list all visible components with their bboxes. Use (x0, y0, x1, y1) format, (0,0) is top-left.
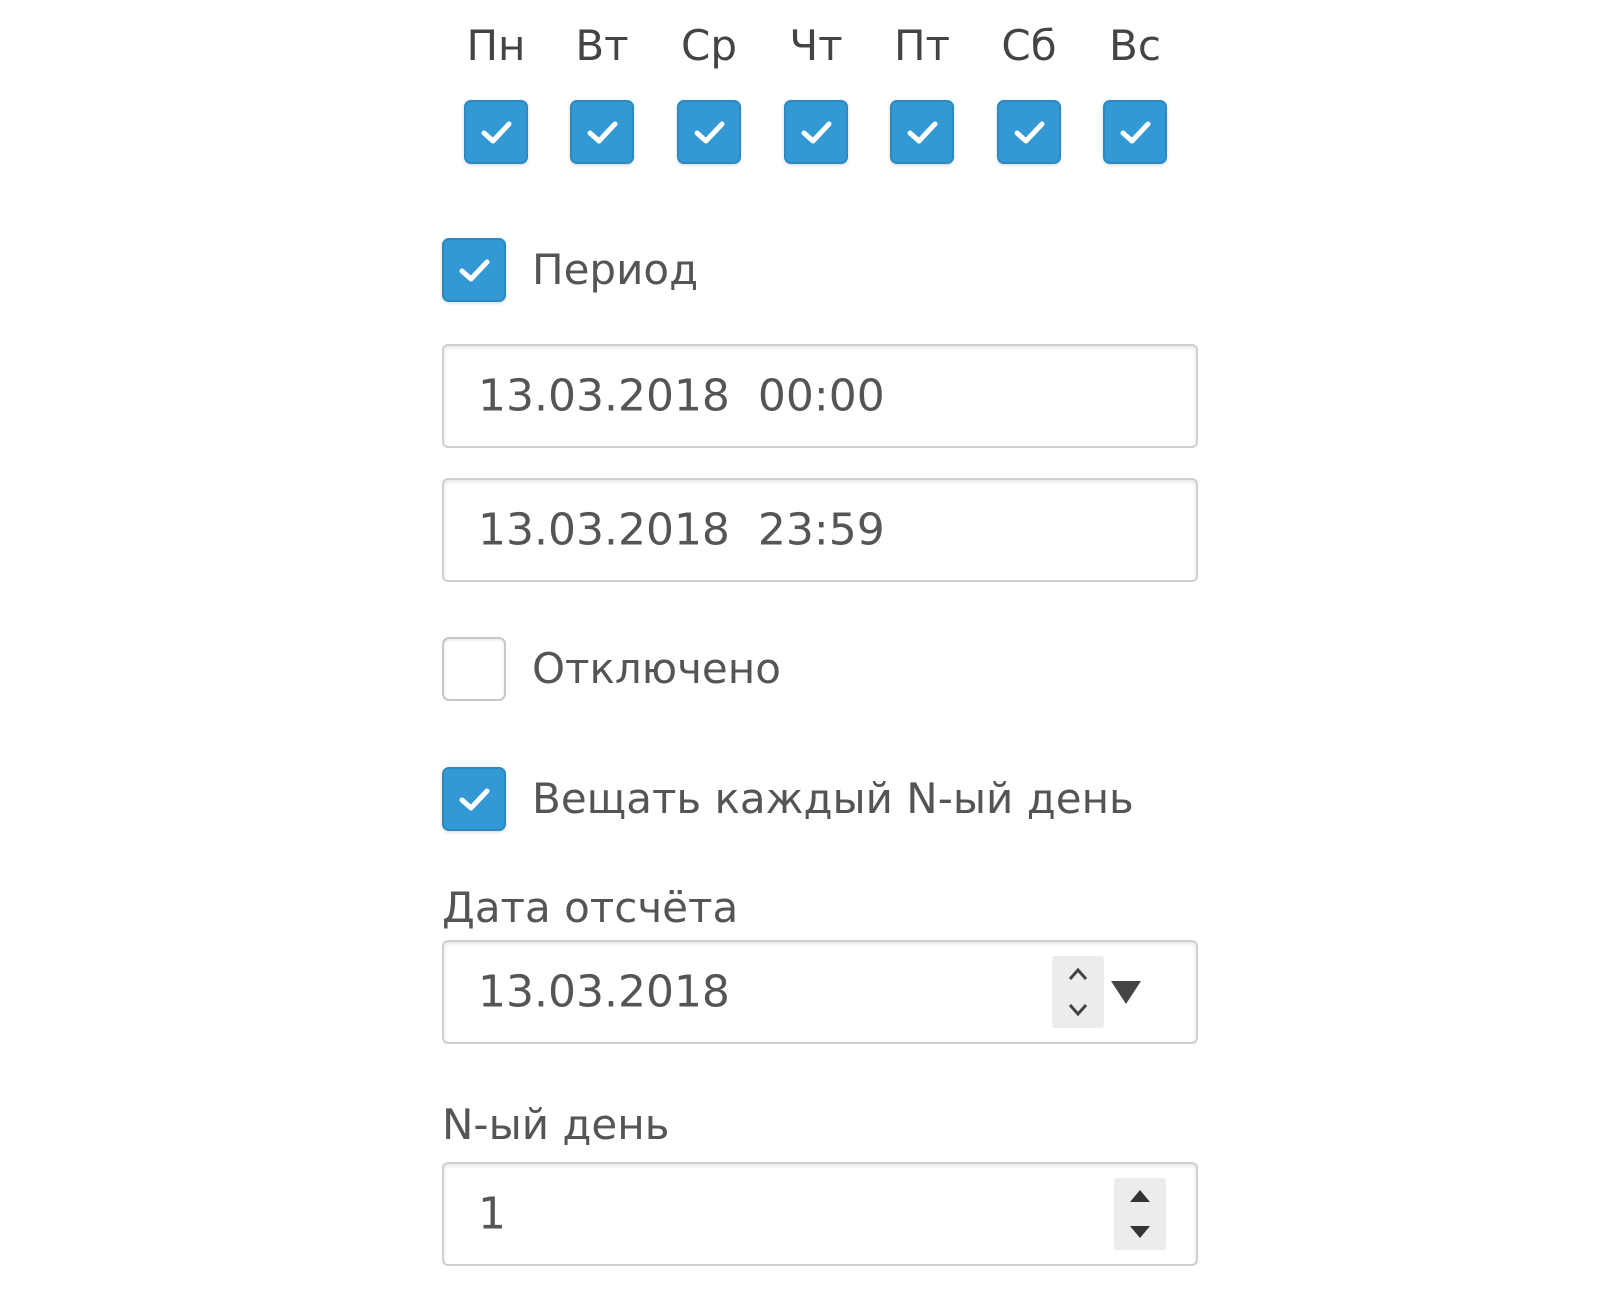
weekday-sun: Вс (1081, 18, 1189, 164)
period-start-value: 13.03.2018 00:00 (478, 370, 885, 422)
nth-day-value: 1 (478, 1188, 506, 1240)
disabled-option[interactable]: Отключено (442, 637, 781, 701)
period-end-input[interactable]: 13.03.2018 23:59 (442, 478, 1198, 582)
start-date-input[interactable]: 13.03.2018 (442, 940, 1198, 1044)
check-icon (459, 259, 490, 282)
period-end-value: 13.03.2018 23:59 (478, 504, 885, 556)
period-checkbox[interactable] (442, 238, 506, 302)
weekday-label: Вс (1109, 21, 1161, 70)
weekday-wed: Ср (655, 18, 763, 164)
disabled-label: Отключено (532, 644, 781, 693)
weekday-checkbox-wed[interactable] (677, 100, 741, 164)
period-option[interactable]: Период (442, 238, 698, 302)
weekday-checkbox-mon[interactable] (464, 100, 528, 164)
weekday-label: Сб (1001, 21, 1057, 70)
caret-down-icon[interactable] (1114, 1214, 1166, 1250)
weekday-checkbox-thu[interactable] (784, 100, 848, 164)
weekday-fri: Пт (868, 18, 976, 164)
weekday-label: Вт (575, 21, 629, 70)
check-icon (459, 788, 490, 811)
check-icon (587, 121, 618, 144)
weekday-label: Ср (681, 21, 737, 70)
weekday-checkbox-sun[interactable] (1103, 100, 1167, 164)
check-icon (481, 121, 512, 144)
triangle-down-icon[interactable] (1108, 976, 1144, 1008)
weekday-checkbox-fri[interactable] (890, 100, 954, 164)
check-icon (694, 121, 725, 144)
nth-day-label: N-ый день (442, 1100, 670, 1149)
weekday-sat: Сб (975, 18, 1083, 164)
every-nth-day-option[interactable]: Вещать каждый N-ый день (442, 767, 1134, 831)
disabled-checkbox[interactable] (442, 637, 506, 701)
caret-up-icon[interactable] (1114, 1178, 1166, 1214)
weekday-checkbox-tue[interactable] (570, 100, 634, 164)
caret-down-icon[interactable] (1052, 992, 1104, 1028)
nth-day-input[interactable]: 1 (442, 1162, 1198, 1266)
caret-up-icon[interactable] (1052, 956, 1104, 992)
every-nth-day-label: Вещать каждый N-ый день (532, 774, 1134, 823)
check-icon (1120, 121, 1151, 144)
weekday-label: Пн (466, 21, 526, 70)
start-date-spinner[interactable] (1052, 956, 1104, 1028)
check-icon (1014, 121, 1045, 144)
check-icon (907, 121, 938, 144)
weekday-tue: Вт (548, 18, 656, 164)
start-date-value: 13.03.2018 (478, 966, 730, 1018)
weekday-checkbox-sat[interactable] (997, 100, 1061, 164)
weekday-mon: Пн (442, 18, 550, 164)
weekday-label: Пт (893, 21, 951, 70)
start-date-label: Дата отсчёта (442, 883, 739, 932)
weekday-label: Чт (789, 21, 843, 70)
weekday-thu: Чт (762, 18, 870, 164)
check-icon (801, 121, 832, 144)
nth-day-spinner[interactable] (1114, 1178, 1166, 1250)
period-start-input[interactable]: 13.03.2018 00:00 (442, 344, 1198, 448)
every-nth-day-checkbox[interactable] (442, 767, 506, 831)
period-label: Период (532, 245, 699, 294)
weekday-selector: Пн Вт Ср Чт Пт Сб Вс (442, 18, 1186, 168)
